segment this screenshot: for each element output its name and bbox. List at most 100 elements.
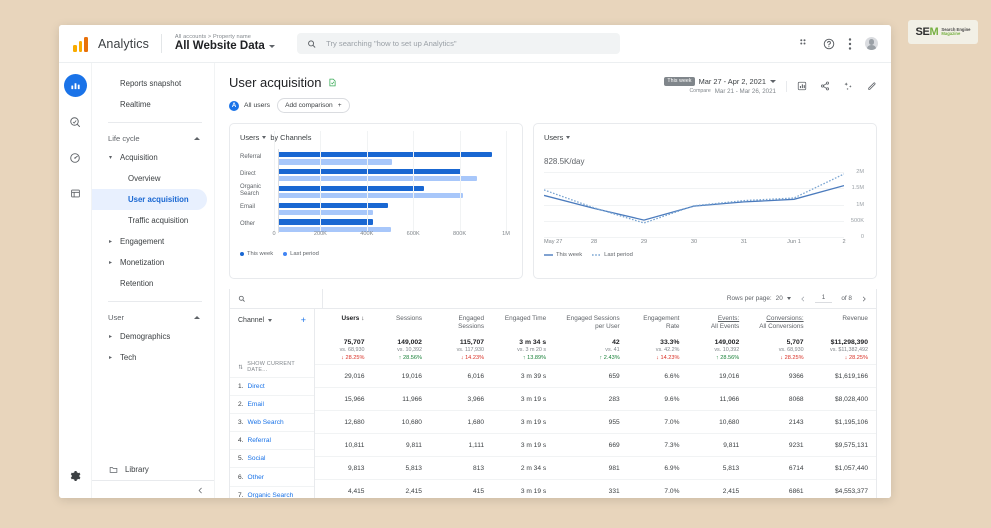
- column-header[interactable]: Engaged Sessions per User: [554, 309, 628, 337]
- legend-line-solid: [544, 254, 553, 256]
- line-chart-legend: This week Last period: [544, 252, 866, 258]
- row-channel-link[interactable]: Email: [248, 401, 265, 408]
- legend-swatch: [240, 252, 244, 256]
- rail-item-advertising[interactable]: [64, 146, 87, 169]
- line-this-week: [544, 184, 844, 221]
- apps-grid-icon[interactable]: [799, 38, 810, 49]
- column-header[interactable]: Revenue: [812, 309, 876, 337]
- bar-this-week: [279, 168, 461, 175]
- help-icon[interactable]: [823, 38, 835, 50]
- insights-button[interactable]: [797, 81, 807, 91]
- column-header-label: Conversions:: [766, 315, 804, 322]
- add-dimension-button[interactable]: +: [301, 316, 306, 325]
- next-page-button[interactable]: [861, 296, 867, 302]
- rail-item-reports[interactable]: [63, 74, 87, 97]
- table-row[interactable]: 9,813 5,813 813 2 m 34 s 981 6.9% 5,813 6714 $1,…: [315, 456, 876, 480]
- sidebar-item-traffic-acquisition[interactable]: Traffic acquisition: [92, 210, 214, 231]
- table-cell: 12,680: [344, 418, 365, 426]
- sidebar-item-engagement[interactable]: ▸ Engagement: [92, 231, 214, 252]
- expanded-arrow-icon: ▾: [109, 154, 113, 161]
- row-channel-link[interactable]: Web Search: [248, 419, 284, 426]
- line-metric-selector[interactable]: Users: [544, 133, 571, 142]
- table-search[interactable]: [230, 289, 323, 308]
- column-header[interactable]: Conversions: All Conversions: [747, 309, 811, 337]
- bar-category-label: Organic Search: [240, 184, 262, 197]
- table-row[interactable]: 15,966 11,966 3,966 3 m 19 s 283 9.6% 11,966 80…: [315, 387, 876, 411]
- table-row-dimension[interactable]: 5. Social: [230, 449, 314, 467]
- chip-all-users[interactable]: A All users: [229, 100, 270, 111]
- sidebar-item-retention[interactable]: Retention: [92, 273, 214, 294]
- pencil-icon: [868, 82, 876, 91]
- brand-name: Analytics: [98, 36, 149, 51]
- column-header[interactable]: Engagement Rate: [628, 309, 688, 337]
- account-selector[interactable]: All accounts > Property name All Website…: [160, 33, 275, 54]
- sidebar-item-reports-snapshot[interactable]: Reports snapshot: [92, 73, 214, 94]
- x-axis-tick: Jun 1: [787, 239, 801, 245]
- rail-item-admin[interactable]: [64, 464, 87, 487]
- row-channel-link[interactable]: Social: [248, 455, 266, 462]
- sidebar-item-acquisition[interactable]: ▾ Acquisition: [92, 147, 214, 168]
- table-row[interactable]: 29,016 19,016 6,016 3 m 39 s 659 6.6% 19,016 93…: [315, 364, 876, 388]
- sidebar-label-engagement: Engagement: [120, 237, 165, 246]
- nav-group-user[interactable]: User: [92, 308, 214, 326]
- column-header[interactable]: Sessions: [372, 309, 429, 337]
- table-cell: 8068: [788, 395, 804, 403]
- sidebar-item-realtime[interactable]: Realtime: [92, 94, 214, 115]
- sidebar-item-monetization[interactable]: ▸ Monetization: [92, 252, 214, 273]
- advertising-icon: [70, 152, 80, 163]
- table-row-dimension[interactable]: 7. Organic Search: [230, 485, 314, 498]
- table-row-dimension[interactable]: 4. Referral: [230, 431, 314, 449]
- search-box[interactable]: [296, 33, 620, 54]
- table-row[interactable]: 10,811 9,811 1,111 3 m 19 s 669 7.3% 9,811 9231…: [315, 433, 876, 457]
- add-comparison-button[interactable]: Add comparison +: [277, 98, 350, 113]
- table-row-dimension[interactable]: 6. Other: [230, 467, 314, 485]
- bar-track: [278, 199, 506, 217]
- table-row[interactable]: 4,415 2,415 415 3 m 19 s 331 7.0% 2,415 6861 $4,…: [315, 479, 876, 499]
- table-row-dimension[interactable]: 1. Direct: [230, 377, 314, 395]
- row-channel-link[interactable]: Other: [248, 474, 265, 481]
- share-button[interactable]: [820, 81, 830, 91]
- column-header[interactable]: Users ↓: [315, 309, 372, 337]
- collapse-sidebar-button[interactable]: [92, 480, 214, 498]
- row-channel-link[interactable]: Direct: [248, 383, 265, 390]
- rail-item-configure[interactable]: [64, 182, 87, 205]
- more-options-icon[interactable]: [848, 37, 852, 50]
- table-row[interactable]: 12,680 10,680 1,680 3 m 19 s 955 7.0% 10,680 21…: [315, 410, 876, 434]
- rail-item-explore[interactable]: [64, 110, 87, 133]
- row-channel-link[interactable]: Organic Search: [248, 492, 294, 498]
- table-cell: 9,811: [723, 441, 740, 449]
- column-header[interactable]: Engaged Time: [492, 309, 554, 337]
- chevron-up-icon: [194, 315, 200, 319]
- rows-per-page[interactable]: Rows per page: 20: [727, 295, 791, 302]
- nav-group-life-cycle[interactable]: Life cycle: [92, 129, 214, 147]
- sidebar-item-demographics[interactable]: ▸ Demographics: [92, 326, 214, 347]
- search-icon: [238, 295, 245, 302]
- sidebar-item-tech[interactable]: ▸ Tech: [92, 347, 214, 368]
- sidebar-item-overview[interactable]: Overview: [92, 168, 214, 189]
- bar-this-week: [279, 202, 388, 208]
- total-value: 75,707: [343, 339, 365, 346]
- page-number-input[interactable]: 1: [814, 294, 833, 303]
- table-row-dimension[interactable]: 3. Web Search: [230, 413, 314, 431]
- total-value: 3 m 34 s: [519, 339, 547, 346]
- search-input[interactable]: [324, 38, 610, 49]
- prev-page-button[interactable]: [800, 296, 806, 302]
- insights-doc-icon[interactable]: [328, 78, 337, 87]
- avatar[interactable]: [865, 37, 878, 50]
- column-header[interactable]: Engaged Sessions: [430, 309, 492, 337]
- row-channel-link[interactable]: Referral: [248, 437, 271, 444]
- date-range-selector[interactable]: This week Mar 27 - Apr 2, 2021 Compare M…: [664, 77, 776, 96]
- bar-metric-selector[interactable]: Users: [240, 133, 267, 142]
- show-current-date-toggle[interactable]: SHOW CURRENT DATE...: [230, 361, 314, 377]
- page-title: User acquisition: [229, 75, 664, 90]
- dimension-header[interactable]: Channel +: [230, 309, 314, 325]
- edit-button[interactable]: [867, 81, 877, 91]
- column-header[interactable]: Events: All Events: [687, 309, 747, 337]
- table-header-row: Users ↓ Sessions Engaged Sessions Engaged Ti…: [315, 309, 876, 337]
- sidebar-item-library[interactable]: Library: [92, 458, 214, 480]
- total-cell: 5,707 vs. 68,930 ↓ 28.25%: [747, 337, 811, 365]
- report-header: User acquisition A All users Add compari…: [215, 63, 891, 113]
- sidebar-item-user-acquisition[interactable]: User acquisition: [92, 189, 207, 210]
- insights-sparkle-button[interactable]: [843, 81, 854, 92]
- table-row-dimension[interactable]: 2. Email: [230, 395, 314, 413]
